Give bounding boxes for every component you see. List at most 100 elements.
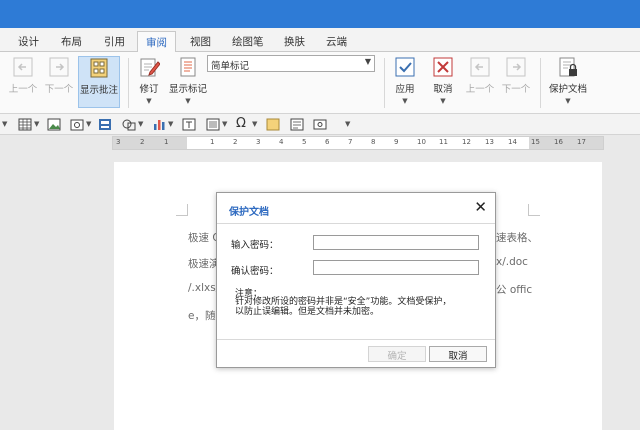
protect-document-dialog: 保护文档 ✕ 输入密码： 确认密码： 注意： 针对修改所设的密码并非是“安全”功… xyxy=(216,192,496,368)
next-arrow-icon xyxy=(49,57,69,77)
ok-button[interactable]: 确定 xyxy=(368,346,426,362)
show-markup-label: 显示标记 xyxy=(168,84,207,95)
tab-design[interactable]: 设计 xyxy=(18,34,39,52)
ribbon-separator xyxy=(128,58,129,108)
ruler-number: 7 xyxy=(348,138,353,146)
font-style-icon[interactable] xyxy=(290,118,304,131)
reject-x-icon xyxy=(433,57,453,77)
accept-label: 应用 xyxy=(395,84,415,95)
margin-corner-mark xyxy=(528,204,540,216)
document-text-line: e，随 xyxy=(188,310,216,322)
overflow-caret[interactable]: ▼ xyxy=(2,120,7,128)
ruler-number: 12 xyxy=(462,138,471,146)
next-comment-label: 下一个 xyxy=(44,84,74,95)
ruler-number: 15 xyxy=(531,138,540,146)
note-line: 以防止误编辑。但是文档并未加密。 xyxy=(235,307,380,317)
prev-arrow-icon xyxy=(470,57,490,77)
symbol-dropdown-caret[interactable]: ▼ xyxy=(252,120,257,128)
protect-document-label: 保护文档 xyxy=(548,84,587,95)
link-icon[interactable] xyxy=(313,118,327,131)
revise-label: 修订 xyxy=(139,84,159,95)
markup-mode-value: 简单标记 xyxy=(211,61,250,72)
revise-pen-icon xyxy=(140,58,160,77)
frame-icon[interactable] xyxy=(206,118,220,131)
tab-cloud[interactable]: 云端 xyxy=(326,34,347,52)
textbox-icon[interactable] xyxy=(182,118,196,131)
insert-toolbar: ▼ ▼ ▼ ▼ ▼ ▼ Ω ▼ ▼ xyxy=(0,114,640,135)
ruler-number: 2 xyxy=(233,138,238,146)
table-dropdown-caret[interactable]: ▼ xyxy=(34,120,39,128)
customize-toolbar-caret[interactable]: ▼ xyxy=(345,120,350,128)
ribbon-separator xyxy=(540,58,541,108)
ruler-number: 2 xyxy=(140,138,145,146)
password-input[interactable] xyxy=(313,235,479,250)
ruler-margin-right xyxy=(529,137,603,149)
next-comment-button[interactable]: 下一个 xyxy=(42,56,76,108)
revise-dropdown-caret: ▼ xyxy=(146,97,152,105)
ribbon-separator xyxy=(384,58,385,108)
tab-layout[interactable]: 布局 xyxy=(61,34,82,52)
shapes-dropdown-caret[interactable]: ▼ xyxy=(138,120,143,128)
close-icon[interactable]: ✕ xyxy=(474,198,487,216)
tab-drawing-pen[interactable]: 绘图笔 xyxy=(232,34,264,52)
prev-change-button[interactable]: 上一个 xyxy=(464,56,496,108)
document-text-line: /.xlxs/ xyxy=(188,282,220,294)
tab-skin[interactable]: 换肤 xyxy=(284,34,305,52)
ruler-number: 6 xyxy=(325,138,330,146)
screenshot-dropdown-caret[interactable]: ▼ xyxy=(86,120,91,128)
ruler-margin-left xyxy=(113,137,187,149)
prev-arrow-icon xyxy=(13,57,33,77)
markup-mode-select[interactable]: 简单标记 ▼ xyxy=(207,55,375,72)
table-icon[interactable] xyxy=(18,118,32,131)
symbol-omega-icon[interactable]: Ω xyxy=(236,116,250,131)
ruler-number: 3 xyxy=(256,138,261,146)
protect-dropdown-caret: ▼ xyxy=(565,97,571,105)
chart-icon[interactable] xyxy=(152,118,166,131)
screenshot-icon[interactable] xyxy=(70,118,84,131)
ruler-number: 14 xyxy=(508,138,517,146)
protect-document-icon xyxy=(559,57,577,77)
cancel-button[interactable]: 取消 xyxy=(429,346,487,362)
ruler-number: 16 xyxy=(554,138,563,146)
next-arrow-icon xyxy=(506,57,526,77)
margin-corner-mark xyxy=(176,204,188,216)
accept-button[interactable]: 应用 ▼ xyxy=(390,56,420,108)
reject-button[interactable]: 取消 ▼ xyxy=(428,56,458,108)
show-markup-dropdown-caret: ▼ xyxy=(185,97,191,105)
revise-button[interactable]: 修订 ▼ xyxy=(134,56,164,108)
show-comments-label: 显示批注 xyxy=(79,85,118,96)
ruler-number: 13 xyxy=(485,138,494,146)
next-change-button[interactable]: 下一个 xyxy=(500,56,532,108)
chevron-down-icon[interactable]: ▼ xyxy=(365,57,371,66)
tab-references[interactable]: 引用 xyxy=(104,34,125,52)
confirm-password-input[interactable] xyxy=(313,260,479,275)
ruler-number: 1 xyxy=(164,138,169,146)
protect-document-button[interactable]: 保护文档 ▼ xyxy=(546,56,590,108)
tab-review[interactable]: 审阅 xyxy=(137,31,176,53)
show-comments-button[interactable]: 显示批注 xyxy=(78,56,120,108)
show-markup-icon xyxy=(180,57,196,77)
show-comments-icon xyxy=(90,58,108,78)
image-icon[interactable] xyxy=(47,118,61,131)
document-text-line: 极速演 xyxy=(188,258,220,270)
sticky-note-icon[interactable] xyxy=(266,118,280,131)
shapes-icon[interactable] xyxy=(122,118,136,131)
ruler-number: 3 xyxy=(116,138,121,146)
ruler-number: 1 xyxy=(210,138,215,146)
ruler-number: 4 xyxy=(279,138,284,146)
frame-dropdown-caret[interactable]: ▼ xyxy=(222,120,227,128)
dialog-title: 保护文档 xyxy=(229,207,269,218)
ruler-number: 8 xyxy=(371,138,376,146)
note-line: 针对修改所设的密码并非是“安全”功能。文档受保护， xyxy=(235,297,452,307)
chart-dropdown-caret[interactable]: ▼ xyxy=(168,120,173,128)
next-change-label: 下一个 xyxy=(501,84,531,95)
ribbon-tab-bar: 设计 布局 引用 审阅 视图 绘图笔 换肤 云端 xyxy=(0,28,640,53)
document-text-line: 速表格、 xyxy=(496,232,538,244)
horizontal-ruler[interactable]: 3 2 1 1 2 3 4 5 6 7 8 9 10 11 12 13 14 1… xyxy=(112,136,604,150)
password-label: 输入密码： xyxy=(231,240,279,251)
smartart-icon[interactable] xyxy=(98,118,112,131)
show-markup-button[interactable]: 显示标记 ▼ xyxy=(168,56,208,108)
title-bar xyxy=(0,0,640,28)
prev-comment-button[interactable]: 上一个 xyxy=(6,56,40,108)
tab-view[interactable]: 视图 xyxy=(190,34,211,52)
